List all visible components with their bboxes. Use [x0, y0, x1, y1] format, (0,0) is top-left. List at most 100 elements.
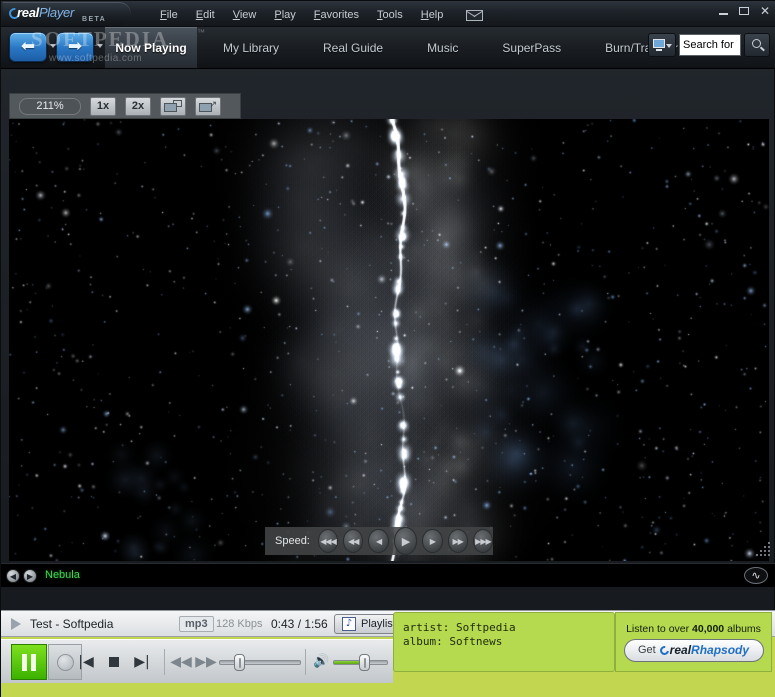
transport-controls: |◀ ▶| ◀◀ ▶▶ 🔊	[1, 639, 393, 683]
menu-item-play[interactable]: Play	[265, 7, 304, 23]
format-badge: mp3	[179, 615, 214, 632]
search-input[interactable]	[679, 34, 741, 56]
visualization-canvas	[9, 119, 769, 561]
menu-item-help[interactable]: Help	[412, 7, 453, 23]
menu-mnemonic: E	[195, 9, 204, 21]
search-type-dropdown[interactable]	[648, 33, 676, 57]
time-code: 0:43 / 1:56	[271, 616, 328, 631]
rhapsody-swoosh-icon	[657, 644, 671, 657]
promo-prefix: Listen to over	[626, 622, 693, 635]
menu-label: ile	[166, 9, 178, 21]
search-button[interactable]	[744, 33, 770, 57]
title-bar: realPlayer BETA File Edit View Play Favo…	[1, 1, 775, 27]
tab-music[interactable]: Music	[405, 27, 480, 68]
back-button[interactable]: ⬅	[9, 32, 47, 62]
zoom-2x-button[interactable]: 2x	[125, 96, 151, 116]
menu-item-file[interactable]: File	[151, 7, 187, 23]
back-arrow-icon: ⬅	[20, 36, 36, 57]
window-controls: ✕	[718, 5, 770, 17]
resize-grip-dot	[760, 550, 762, 552]
viz-next-button[interactable]: ▶	[23, 569, 37, 583]
resize-grip-dot	[768, 550, 770, 552]
envelope-icon[interactable]	[466, 9, 484, 21]
speed-label: Speed:	[275, 535, 310, 547]
menu-item-view[interactable]: View	[224, 7, 266, 23]
viz-prev-button[interactable]: ◀	[6, 569, 20, 583]
speed-rewind-fastest-button[interactable]: ◀◀◀	[317, 529, 339, 553]
menu-mnemonic: H	[420, 9, 429, 21]
resize-grip-dot	[768, 546, 770, 548]
menu-bar: File Edit View Play Favorites Tools Help	[151, 5, 484, 25]
promo-count: 40,000	[692, 622, 725, 635]
speed-control-bar: Speed: ◀◀◀ ◀◀ ◀ ▶ ▶ ▶▶ ▶▶▶	[265, 527, 494, 555]
tab-superpass[interactable]: SuperPass	[480, 27, 583, 68]
pause-button[interactable]	[11, 644, 47, 680]
fullscreen-icon[interactable]: ↗	[195, 96, 221, 116]
rhapsody-text: Rhapsody	[691, 643, 750, 657]
visualization-area[interactable]: Speed: ◀◀◀ ◀◀ ◀ ▶ ▶ ▶▶ ▶▶▶	[9, 119, 769, 561]
speed-rewind-slow-button[interactable]: ◀	[368, 529, 389, 553]
speed-play-button[interactable]: ▶	[393, 527, 418, 555]
fit-window-big-rect	[164, 102, 177, 112]
app-logo: realPlayer BETA	[3, 2, 131, 26]
seek-slider[interactable]	[219, 660, 301, 665]
fit-window-icon[interactable]	[160, 96, 186, 116]
resize-grip-dot	[756, 554, 758, 556]
rhapsody-wordmark: realRhapsody	[657, 643, 750, 657]
navigation-bar: ⬅ ➡ Now Playing My Library Real Guide Mu…	[1, 27, 775, 69]
speed-rewind-fast-button[interactable]: ◀◀	[343, 529, 364, 553]
forward-arrow-icon: ➡	[67, 36, 83, 57]
maximize-button[interactable]	[738, 7, 749, 15]
forward-history-caret-icon[interactable]	[97, 44, 103, 48]
tab-my-library[interactable]: My Library	[201, 27, 301, 68]
stop-button[interactable]	[101, 651, 127, 673]
zoom-1x-button[interactable]: 1x	[90, 96, 116, 116]
speed-forward-slow-button[interactable]: ▶	[422, 529, 443, 553]
menu-label: ools	[382, 9, 403, 21]
promo-text: Listen to over 40,000 albums	[626, 623, 761, 635]
zoom-toolbar: 211% 1x 2x ↗	[9, 93, 241, 119]
logo-wordmark: realPlayer	[17, 5, 74, 20]
get-rhapsody-button[interactable]: Get realRhapsody	[623, 638, 764, 662]
tab-strip: My Library Real Guide Music SuperPass Bu…	[201, 27, 700, 68]
playlist-button-label: Playlist	[361, 617, 396, 630]
volume-slider-knob[interactable]	[359, 654, 370, 671]
menu-item-tools[interactable]: Tools	[368, 7, 412, 23]
visualization-toggle-button[interactable]: ∿	[744, 567, 768, 584]
next-track-button[interactable]: ▶|	[129, 651, 155, 673]
speaker-icon[interactable]: 🔊	[313, 655, 329, 668]
close-button[interactable]: ✕	[760, 5, 770, 17]
nebula-visualization	[9, 119, 769, 561]
logo-beta-text: BETA	[82, 16, 107, 23]
resize-grip-dot	[768, 554, 770, 556]
fast-forward-button[interactable]: ▶▶	[193, 651, 219, 673]
promo-get-label: Get	[637, 644, 656, 656]
seek-slider-knob[interactable]	[234, 654, 245, 671]
menu-item-edit[interactable]: Edit	[187, 7, 224, 23]
menu-label: iew	[239, 9, 257, 21]
menu-label: elp	[428, 9, 444, 21]
tab-real-guide[interactable]: Real Guide	[301, 27, 405, 68]
menu-mnemonic: F	[160, 9, 167, 21]
rhapsody-promo-panel[interactable]: Listen to over 40,000 albums Get realRha…	[615, 612, 772, 672]
menu-item-favorites[interactable]: Favorites	[305, 7, 368, 23]
speed-forward-fastest-button[interactable]: ▶▶▶	[472, 529, 494, 553]
menu-mnemonic: V	[232, 9, 240, 21]
resize-grip[interactable]	[756, 542, 772, 558]
logo-player-text: Player	[38, 5, 74, 20]
logo-real-text: real	[17, 5, 39, 20]
resize-grip-dot	[768, 542, 770, 544]
tab-now-playing-label: Now Playing	[115, 40, 187, 55]
rewind-button[interactable]: ◀◀	[168, 651, 194, 673]
play-triangle-icon	[11, 617, 21, 630]
previous-track-button[interactable]: |◀	[73, 651, 99, 673]
fullscreen-arrow-icon: ↗	[209, 99, 217, 110]
minimize-button[interactable]	[718, 13, 728, 15]
visualization-name: Nebula	[45, 569, 80, 581]
forward-button[interactable]: ➡	[56, 32, 94, 62]
tab-now-playing[interactable]: Now Playing	[105, 27, 197, 68]
bitrate-label: 128 Kbps	[216, 617, 263, 630]
speed-forward-fast-button[interactable]: ▶▶	[447, 529, 468, 553]
metadata-album: album: Softnews	[403, 635, 503, 648]
chevron-down-icon	[666, 44, 672, 48]
